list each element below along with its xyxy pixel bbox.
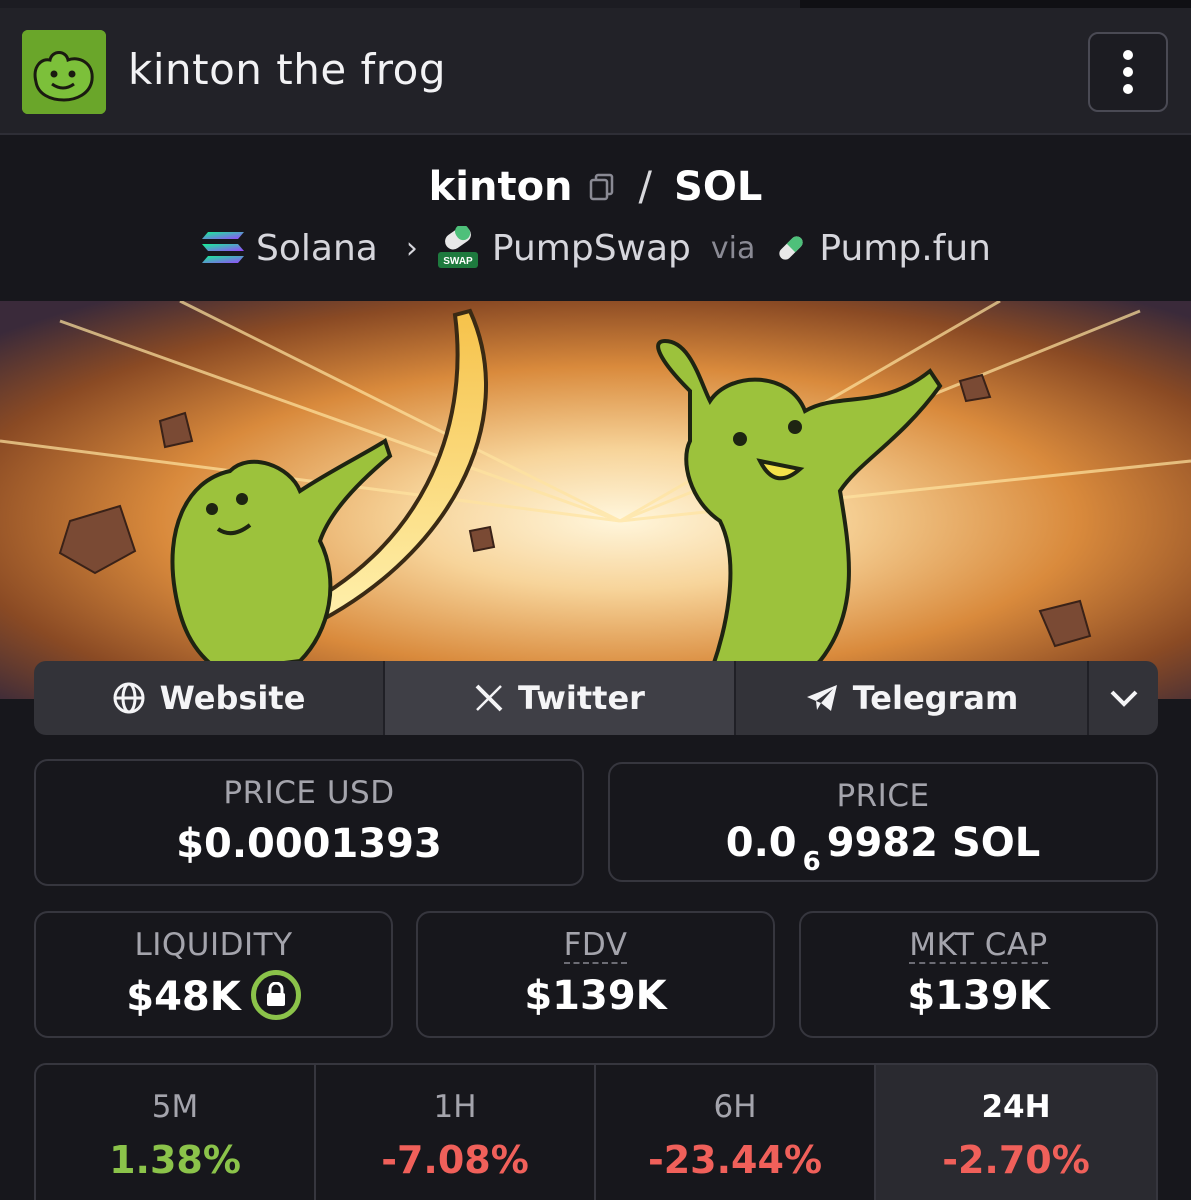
timeframe-change: -23.44%: [647, 1138, 823, 1182]
chevron-down-icon: [1110, 690, 1137, 707]
social-links-bar: Website Twitter Telegram: [34, 661, 1158, 735]
copy-icon[interactable]: [587, 172, 617, 202]
route-row: Solana › SWAP PumpSwap via Pump.fun: [0, 225, 1191, 271]
pair-quote: SOL: [674, 164, 763, 210]
dex-name[interactable]: PumpSwap: [492, 228, 691, 269]
chain-name[interactable]: Solana: [256, 228, 378, 269]
globe-icon: [113, 682, 145, 714]
fdv-card: FDV $139K: [416, 911, 775, 1038]
fdv-label-wrap: FDV: [418, 927, 773, 964]
kebab-dot: [1123, 84, 1133, 94]
mktcap-label[interactable]: MKT CAP: [909, 928, 1048, 964]
banner-image: [0, 301, 1191, 699]
timeframe-label: 1H: [433, 1089, 477, 1125]
price-sol-value: 0.0 6 9982 SOL: [610, 818, 1156, 877]
price-usd-value: $0.0001393: [176, 821, 442, 867]
lock-icon[interactable]: [250, 970, 301, 1020]
telegram-icon: [806, 685, 837, 711]
telegram-button[interactable]: Telegram: [736, 661, 1089, 735]
tab-24h[interactable]: 24H -2.70%: [876, 1065, 1156, 1200]
timeframe-change: 1.38%: [109, 1138, 241, 1182]
padlock-glyph: [266, 982, 285, 1006]
liquidity-value: $48K: [126, 974, 241, 1020]
pumpswap-icon: SWAP: [437, 226, 478, 268]
liquidity-value-row: $48K: [36, 970, 391, 1024]
price-sol-label: PRICE: [836, 778, 930, 814]
pair-section: kinton / SOL Solana › SWAP PumpSwap via …: [0, 137, 1191, 301]
fdv-label[interactable]: FDV: [563, 928, 628, 964]
price-sol-zero-count: 6: [802, 847, 821, 877]
pumpfun-icon: [779, 236, 804, 260]
price-sol-rest: 9982 SOL: [826, 820, 1041, 866]
liquidity-card: LIQUIDITY $48K: [34, 911, 393, 1038]
pair-base: kinton: [428, 164, 573, 210]
liquidity-label: LIQUIDITY: [134, 927, 293, 963]
tab-1h[interactable]: 1H -7.08%: [316, 1065, 596, 1200]
twitter-button[interactable]: Twitter: [385, 661, 736, 735]
app-title: kinton the frog: [128, 45, 447, 94]
via-label: via: [710, 230, 756, 266]
solana-icon: [202, 232, 245, 263]
mktcap-value: $139K: [907, 973, 1050, 1019]
website-button[interactable]: Website: [34, 661, 385, 735]
more-links-button[interactable]: [1089, 661, 1158, 735]
timeframe-label: 6H: [713, 1089, 757, 1125]
mktcap-card: MKT CAP $139K: [799, 911, 1158, 1038]
token-banner: [0, 301, 1191, 699]
app-header: kinton the frog: [0, 8, 1191, 135]
tab-6h[interactable]: 6H -23.44%: [596, 1065, 876, 1200]
kebab-dot: [1123, 67, 1133, 77]
x-logo-icon: [475, 684, 503, 712]
kebab-menu-icon: [1123, 50, 1133, 60]
timeframe-change: -2.70%: [942, 1138, 1090, 1182]
fdv-value: $139K: [524, 973, 667, 1019]
pumpswap-badge-text: SWAP: [443, 256, 473, 267]
timeframe-change: -7.08%: [381, 1138, 529, 1182]
website-label: Website: [159, 679, 306, 717]
pair-row: kinton / SOL: [0, 163, 1191, 211]
price-usd-label: PRICE USD: [223, 775, 395, 811]
telegram-label: Telegram: [852, 679, 1019, 717]
top-strip: [0, 0, 1191, 8]
price-sol-prefix: 0.0: [725, 820, 797, 866]
chevron-right-icon: ›: [405, 230, 418, 266]
pair-separator: /: [638, 164, 653, 210]
price-usd-card: PRICE USD $0.0001393: [34, 759, 584, 886]
frog-avatar[interactable]: [22, 30, 106, 114]
timeframe-tabs: 5M 1.38% 1H -7.08% 6H -23.44% 24H -2.70%: [34, 1063, 1158, 1200]
launchpad-name[interactable]: Pump.fun: [819, 228, 991, 269]
mktcap-label-wrap: MKT CAP: [801, 927, 1156, 964]
timeframe-label: 5M: [151, 1089, 199, 1125]
twitter-label: Twitter: [518, 679, 645, 717]
tab-5m[interactable]: 5M 1.38%: [36, 1065, 316, 1200]
kebab-menu-button[interactable]: [1088, 32, 1168, 112]
price-sol-card: PRICE 0.0 6 9982 SOL: [608, 762, 1158, 882]
frog-avatar-icon: [22, 30, 106, 114]
timeframe-label: 24H: [981, 1089, 1051, 1125]
